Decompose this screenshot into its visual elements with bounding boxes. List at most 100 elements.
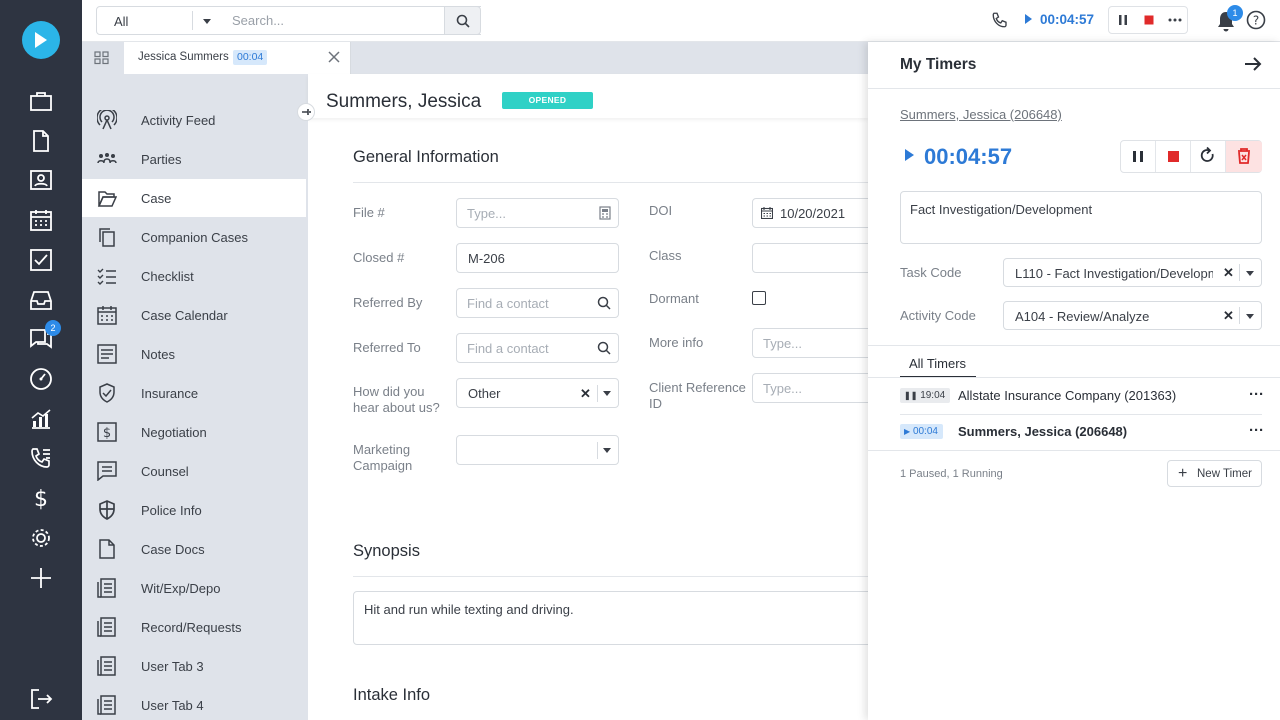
dormant-checkbox[interactable]: [752, 291, 766, 305]
police-shield-icon: [97, 500, 117, 520]
closed-value: M-206: [468, 251, 505, 266]
reset-button[interactable]: [1191, 141, 1226, 172]
dollar-icon[interactable]: $: [29, 486, 53, 510]
more-button[interactable]: [1162, 7, 1188, 33]
timer-row[interactable]: ▶ 00:04 Summers, Jessica (206648) ···: [900, 414, 1264, 450]
stop-button[interactable]: [1156, 141, 1191, 172]
reports-chart-icon[interactable]: [29, 407, 53, 431]
referred-by-field[interactable]: Find a contact: [456, 288, 619, 318]
nav-item-label: User Tab 3: [141, 659, 204, 674]
calculator-icon: [599, 206, 611, 223]
nav-item-parties[interactable]: Parties: [82, 140, 306, 178]
task-code-select[interactable]: L110 - Fact Investigation/Development ✕: [1003, 258, 1262, 287]
nav-item-case[interactable]: Case: [82, 179, 306, 217]
synopsis-textarea[interactable]: Hit and run while texting and driving.: [353, 591, 883, 645]
more-dots-icon[interactable]: ···: [1249, 386, 1264, 403]
nav-item-user-tab-4[interactable]: User Tab 4: [82, 686, 306, 720]
close-icon[interactable]: [327, 50, 341, 67]
divider: [353, 576, 868, 577]
timer-row[interactable]: ❚❚ 19:04 Allstate Insurance Company (201…: [900, 378, 1264, 414]
timer-pill-running: ▶ 00:04: [900, 424, 943, 439]
stop-button[interactable]: [1136, 7, 1162, 33]
nav-item-negotiation[interactable]: $ Negotiation: [82, 413, 306, 451]
pin-icon[interactable]: [297, 103, 315, 121]
chat-badge: 2: [45, 320, 61, 336]
client-reference-field[interactable]: Type...: [752, 373, 882, 403]
dollar-box-icon: $: [97, 422, 117, 442]
nav-item-police-info[interactable]: Police Info: [82, 491, 306, 529]
nav-item-case-calendar[interactable]: Case Calendar: [82, 296, 306, 334]
more-info-field[interactable]: Type...: [752, 328, 882, 358]
calendar-icon[interactable]: [29, 208, 53, 232]
description-value: Fact Investigation/Development: [910, 202, 1093, 217]
plus-icon[interactable]: [29, 566, 53, 590]
document-icon[interactable]: [29, 129, 53, 153]
closed-number-field[interactable]: M-206: [456, 243, 619, 273]
nav-item-notes[interactable]: Notes: [82, 335, 306, 373]
phone-icon[interactable]: [991, 11, 1009, 32]
clock-value: 00:04:57: [924, 144, 1013, 169]
timer-time: 19:04: [920, 390, 946, 401]
chevron-down-icon: [1246, 271, 1254, 276]
nav-item-checklist[interactable]: Checklist: [82, 257, 306, 295]
logout-icon[interactable]: [29, 687, 53, 711]
nav-item-companion-cases[interactable]: Companion Cases: [82, 218, 306, 256]
doi-date-field[interactable]: 10/20/2021: [752, 198, 882, 228]
list-doc-icon: [97, 578, 117, 598]
new-timer-button[interactable]: + New Timer: [1167, 460, 1262, 487]
phone-list-icon[interactable]: [29, 446, 53, 470]
marketing-campaign-select[interactable]: [456, 435, 619, 465]
timer-time: 00:04: [912, 426, 938, 437]
top-timer-controls: [1108, 6, 1188, 34]
clear-icon[interactable]: ✕: [1223, 265, 1234, 281]
pause-button[interactable]: [1121, 141, 1156, 172]
file-number-field[interactable]: Type...: [456, 198, 619, 228]
nav-item-activity-feed[interactable]: Activity Feed: [82, 101, 306, 139]
nav-item-insurance[interactable]: Insurance: [82, 374, 306, 412]
nav-item-counsel[interactable]: Counsel: [82, 452, 306, 490]
pause-button[interactable]: [1110, 7, 1136, 33]
activity-code-label: Activity Code: [900, 308, 976, 323]
briefcase-icon[interactable]: [29, 89, 53, 113]
clear-icon[interactable]: ✕: [580, 386, 591, 402]
nav-item-label: Notes: [141, 347, 175, 362]
app-logo[interactable]: [22, 21, 60, 59]
people-icon: [97, 149, 117, 169]
top-timer-value: 00:04:57: [1040, 12, 1095, 27]
dashboard-gauge-icon[interactable]: [29, 367, 53, 391]
client-ref-placeholder: Type...: [763, 381, 803, 396]
nav-item-label: Record/Requests: [141, 620, 242, 635]
nav-item-case-docs[interactable]: Case Docs: [82, 530, 306, 568]
timer-name: Allstate Insurance Company (201363): [958, 388, 1177, 403]
search-scope-select[interactable]: All: [96, 6, 220, 35]
nav-item-wit-exp-depo[interactable]: Wit/Exp/Depo: [82, 569, 306, 607]
tab-all-timers[interactable]: All Timers: [909, 356, 966, 371]
search-button[interactable]: [444, 6, 481, 35]
clear-icon[interactable]: ✕: [1223, 308, 1234, 324]
task-check-icon[interactable]: [29, 248, 53, 272]
current-timer-link[interactable]: Summers, Jessica (206648): [900, 107, 1062, 122]
record-tab[interactable]: Jessica Summers 00:04: [124, 42, 351, 74]
chevron-down-icon: [603, 391, 611, 396]
more-dots-icon[interactable]: ···: [1249, 422, 1264, 439]
class-field[interactable]: [752, 243, 882, 273]
timer-description-field[interactable]: Fact Investigation/Development: [900, 191, 1262, 244]
delete-button[interactable]: [1226, 141, 1262, 172]
nav-item-user-tab-3[interactable]: User Tab 3: [82, 647, 306, 685]
nav-item-record-requests[interactable]: Record/Requests: [82, 608, 306, 646]
inbox-icon[interactable]: [29, 288, 53, 312]
arrow-right-icon[interactable]: [1243, 55, 1263, 76]
contact-card-icon[interactable]: [29, 168, 53, 192]
svg-text:$: $: [103, 426, 111, 441]
referred-to-field[interactable]: Find a contact: [456, 333, 619, 363]
chevron-down-icon: [1246, 314, 1254, 319]
calendar-icon: [97, 305, 117, 325]
nav-item-label: Insurance: [141, 386, 199, 401]
activity-code-select[interactable]: A104 - Review/Analyze ✕: [1003, 301, 1262, 330]
help-icon[interactable]: ?: [1246, 10, 1266, 33]
how-heard-select[interactable]: Other ✕: [456, 378, 619, 408]
search-input[interactable]: [232, 13, 432, 28]
gear-icon[interactable]: [29, 526, 53, 550]
top-timer[interactable]: 00:04:57: [1025, 12, 1094, 27]
grid-view-icon[interactable]: [94, 51, 110, 68]
